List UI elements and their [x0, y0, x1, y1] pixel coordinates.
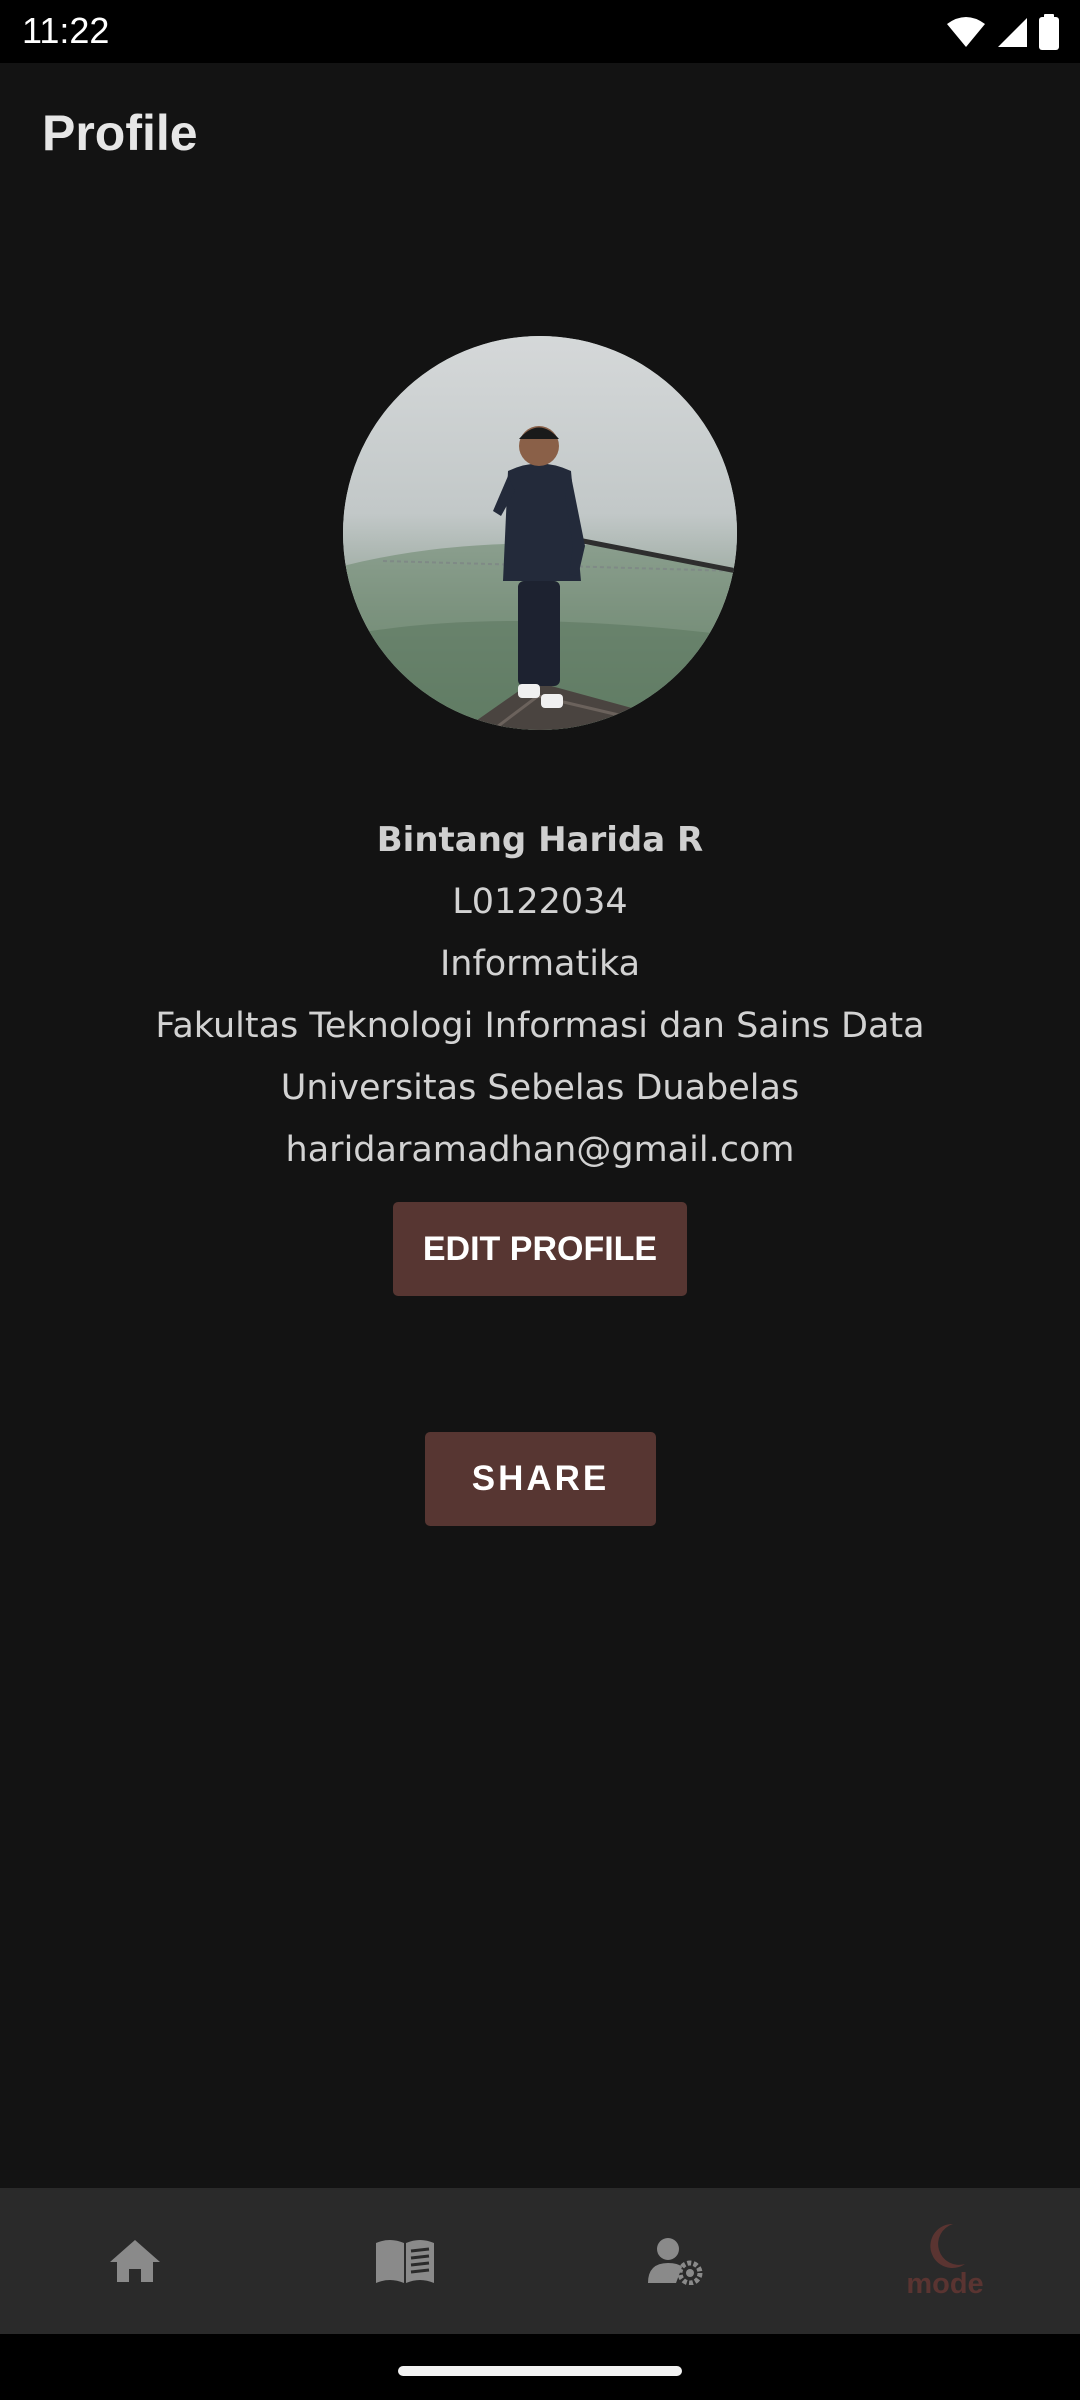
status-icons [946, 10, 1060, 54]
nav-item-mode-label: mode [906, 2268, 984, 2300]
profile-screen: Profile Bintang Harida R L0122034 Inform… [0, 63, 1080, 2188]
wifi-icon [947, 17, 985, 47]
profile-student-id: L0122034 [452, 882, 628, 922]
cellular-signal-icon [998, 18, 1027, 47]
moon-icon [930, 2223, 965, 2268]
home-icon [110, 2240, 160, 2282]
status-time: 11:22 [22, 10, 110, 51]
bottom-navigation: mode [0, 2188, 1080, 2334]
profile-name: Bintang Harida R [376, 820, 704, 860]
gesture-handle[interactable] [398, 2366, 682, 2376]
nav-item-profile-settings[interactable] [540, 2188, 810, 2334]
book-icon [376, 2240, 434, 2283]
page-title: Profile [42, 105, 198, 161]
status-bar: 11:22 [0, 0, 1080, 63]
profile-faculty: Fakultas Teknologi Informasi dan Sains D… [155, 1006, 925, 1046]
profile-email: haridaramadhan@gmail.com [285, 1130, 795, 1170]
user-settings-icon [648, 2238, 703, 2285]
nav-item-mode[interactable]: mode [810, 2188, 1080, 2334]
nav-item-home[interactable] [0, 2188, 270, 2334]
nav-item-book[interactable] [270, 2188, 540, 2334]
profile-major: Informatika [439, 944, 641, 984]
profile-university: Universitas Sebelas Duabelas [280, 1068, 800, 1108]
edit-profile-button[interactable]: EDIT PROFILE [393, 1202, 687, 1296]
share-button[interactable]: SHARE [425, 1432, 656, 1526]
profile-photo [343, 336, 737, 730]
battery-icon [1039, 14, 1059, 50]
gesture-navigation-area [0, 2334, 1080, 2400]
